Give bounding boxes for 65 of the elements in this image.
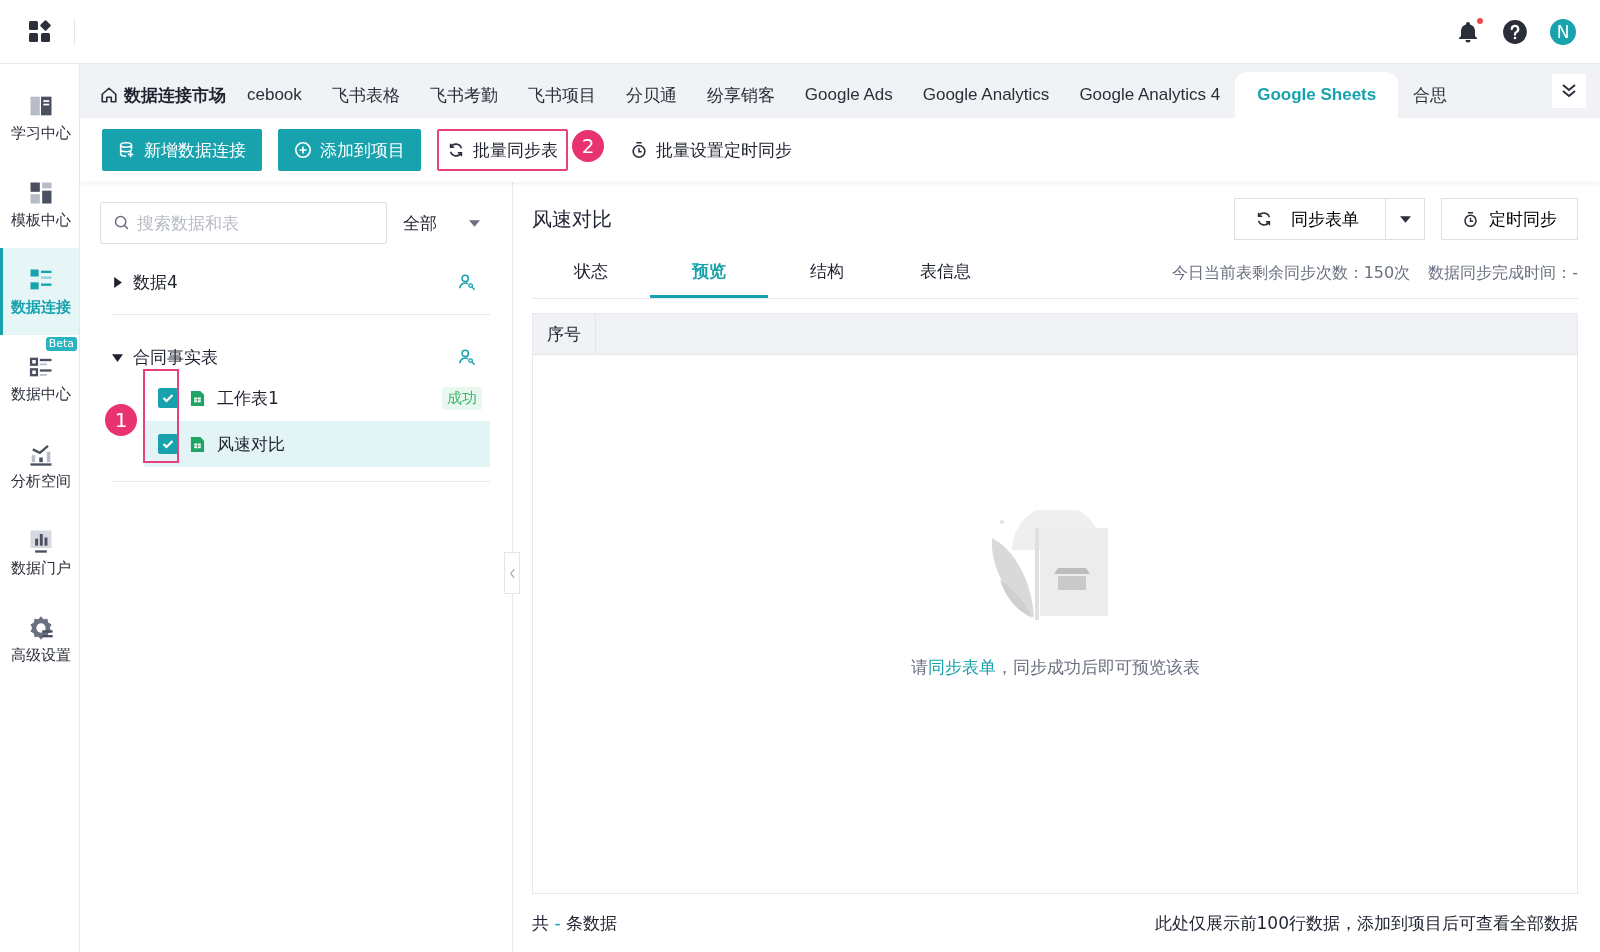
caret-icon xyxy=(469,219,480,227)
nav-item[interactable]: 分析空间 xyxy=(0,422,79,509)
checkbox[interactable] xyxy=(158,434,178,454)
row-count: 共 - 条数据 xyxy=(532,911,617,935)
checkbox[interactable] xyxy=(158,388,178,408)
table-title: 风速对比 xyxy=(532,205,612,233)
apps-icon[interactable] xyxy=(28,19,52,44)
caret-icon[interactable] xyxy=(112,276,123,288)
schedule-button[interactable]: 定时同步 xyxy=(1441,198,1578,240)
source-tab[interactable]: Google Analytics 4 xyxy=(1064,72,1236,118)
toolbar-button[interactable]: 批量同步表 xyxy=(437,129,568,171)
detail-tab[interactable]: 结构 xyxy=(768,248,886,298)
empty-message: 请同步表单，同步成功后即可预览该表 xyxy=(910,655,1200,679)
nav-item[interactable]: 高级设置 xyxy=(0,596,79,683)
search-field[interactable]: 搜索数据和表 xyxy=(100,202,387,244)
source-tab[interactable]: Google Analytics xyxy=(907,72,1065,118)
home-icon xyxy=(100,86,118,104)
status-badge: 成功 xyxy=(442,386,482,410)
source-tab[interactable]: 飞书考勤 xyxy=(414,72,513,118)
sync-time-text: 数据同步完成时间：- xyxy=(1428,262,1578,284)
source-tab[interactable]: 飞书表格 xyxy=(316,72,415,118)
bell-icon[interactable] xyxy=(1456,19,1480,44)
market-tab[interactable]: 数据连接市场 xyxy=(100,72,226,118)
sync-icon xyxy=(1255,210,1273,228)
nav-item[interactable]: 模板中心 xyxy=(0,161,79,248)
help-icon[interactable] xyxy=(1502,18,1528,45)
checkmark-icon xyxy=(161,391,175,405)
detail-tab[interactable]: 表信息 xyxy=(886,248,1004,298)
detail-tab[interactable]: 状态 xyxy=(532,248,650,298)
beta-badge: Beta xyxy=(45,337,77,351)
user-key-icon[interactable] xyxy=(458,348,476,366)
table-item[interactable]: 风速对比 xyxy=(144,421,490,467)
column-header: 序号 xyxy=(533,314,596,354)
checkmark-icon xyxy=(161,437,175,451)
nav-item[interactable]: 数据门户 xyxy=(0,509,79,596)
source-tab[interactable]: 合思 xyxy=(1398,72,1463,118)
table-item[interactable]: 工作表1 成功 xyxy=(144,375,490,421)
market-label: 数据连接市场 xyxy=(124,83,226,107)
collapse-handle[interactable] xyxy=(504,552,520,594)
caret-icon xyxy=(1399,215,1411,223)
sync-count-text: 今日当前表剩余同步次数：150次 xyxy=(1171,262,1411,284)
sheet-icon xyxy=(190,389,205,407)
tree-group-label[interactable]: 合同事实表 xyxy=(133,345,218,369)
stopwatch-icon xyxy=(630,141,648,159)
stopwatch-icon xyxy=(1462,210,1479,228)
source-tab[interactable]: 飞书项目 xyxy=(512,72,611,118)
step-marker: 2 xyxy=(572,130,604,162)
gear-icon xyxy=(27,614,55,642)
nav-item[interactable]: 学习中心 xyxy=(0,74,79,161)
source-tab[interactable]: Google Ads xyxy=(789,72,908,118)
filter-dropdown[interactable]: 全部 xyxy=(401,202,490,244)
more-tabs-button[interactable] xyxy=(1552,74,1586,108)
nav-item[interactable]: Beta 数据中心 xyxy=(0,335,79,422)
database-icon xyxy=(118,141,136,159)
source-tab[interactable]: 分贝通 xyxy=(610,72,692,118)
sync-icon xyxy=(447,141,465,159)
caret-icon[interactable] xyxy=(112,351,123,363)
step-marker: 1 xyxy=(105,404,137,436)
user-key-icon[interactable] xyxy=(458,273,476,291)
source-tab[interactable]: 纷享销客 xyxy=(691,72,790,118)
source-tab[interactable]: cebook xyxy=(232,72,317,118)
tree-group-label[interactable]: 数据4 xyxy=(133,270,178,294)
add-icon xyxy=(294,141,312,159)
preview-note: 此处仅展示前100行数据，添加到项目后可查看全部数据 xyxy=(1154,911,1578,935)
sheet-icon xyxy=(190,435,205,453)
